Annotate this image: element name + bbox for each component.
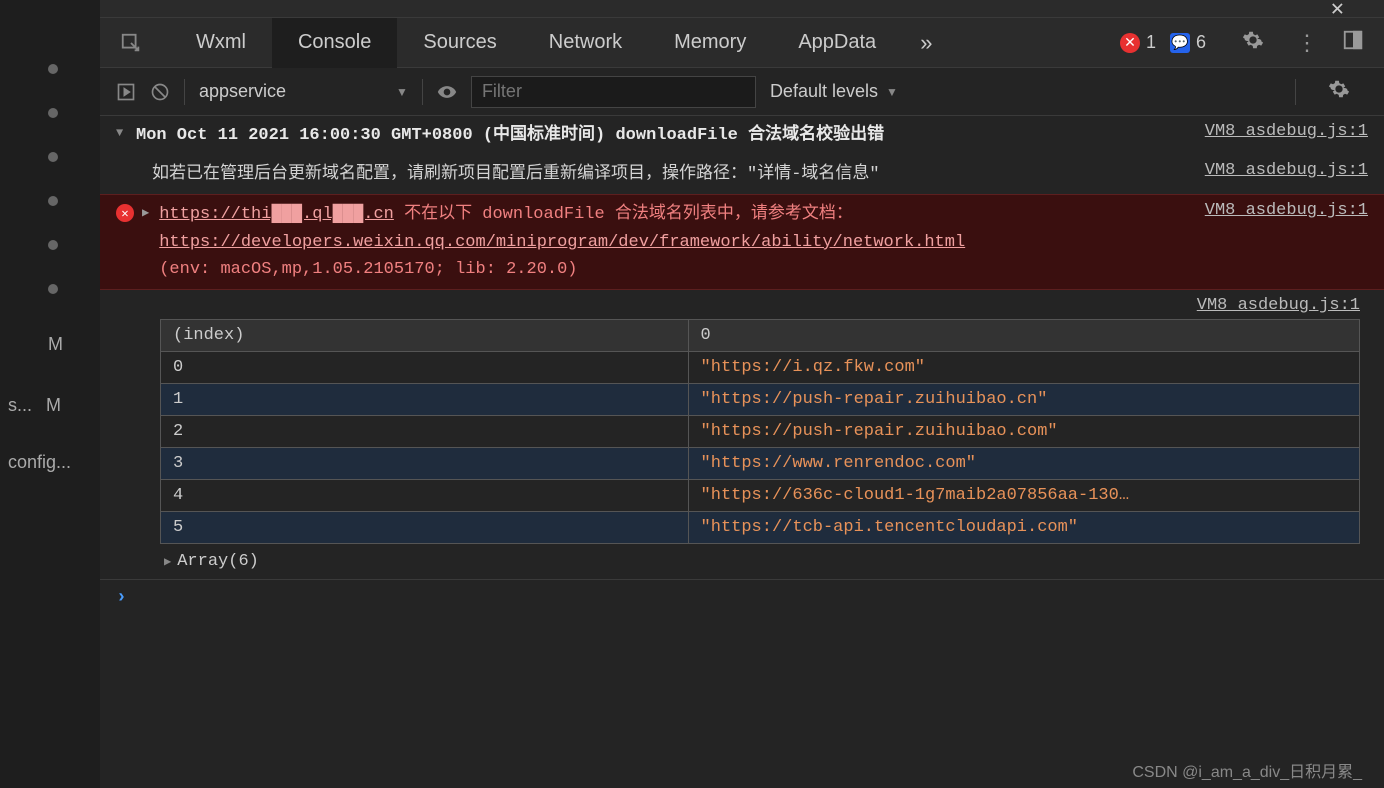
window-topbar: ✕ [100, 0, 1384, 18]
watermark: CSDN @i_am_a_div_日积月累_ [1132, 758, 1362, 782]
dock-icon[interactable] [1342, 29, 1364, 57]
eye-icon[interactable] [437, 82, 457, 102]
table-row[interactable]: 2"https://push-repair.zuihuibao.com" [161, 415, 1360, 447]
filter-input[interactable] [471, 76, 756, 108]
table-row[interactable]: 1"https://push-repair.zuihuibao.cn" [161, 383, 1360, 415]
sidebar-dot [48, 64, 58, 74]
error-icon: ✕ [1120, 33, 1140, 53]
console-table: (index) 0 0"https://i.qz.fkw.com"1"https… [160, 319, 1360, 544]
chevron-down-icon[interactable]: ▼ [116, 122, 136, 140]
sidebar-item-sm[interactable]: s...M [8, 395, 100, 416]
info-icon: 💬 [1170, 33, 1190, 53]
kebab-icon[interactable]: ⋮ [1296, 30, 1318, 56]
error-url-link[interactable]: https://thi███.ql███.cn [159, 205, 394, 224]
console-prompt[interactable]: › [100, 579, 1384, 616]
levels-select[interactable]: Default levels [770, 81, 898, 102]
table-row[interactable]: 5"https://tcb-api.tencentcloudapi.com" [161, 511, 1360, 543]
clear-icon[interactable] [150, 82, 170, 102]
tab-sources[interactable]: Sources [397, 18, 522, 68]
tab-console[interactable]: Console [272, 18, 397, 68]
table-row[interactable]: 4"https://636c-cloud1-1g7maib2a07856aa-1… [161, 479, 1360, 511]
devtools-tabs: Wxml Console Sources Network Memory AppD… [100, 18, 1384, 68]
inspect-icon[interactable] [120, 32, 142, 54]
console-toolbar: appservice Default levels [100, 68, 1384, 116]
error-icon: ✕ [116, 204, 134, 222]
main-panel: ✕ Wxml Console Sources Network Memory Ap… [100, 0, 1384, 788]
context-select[interactable]: appservice [199, 81, 408, 102]
table-row[interactable]: 3"https://www.renrendoc.com" [161, 447, 1360, 479]
log-source-link[interactable]: VM8 asdebug.js:1 [1205, 201, 1368, 220]
prompt-icon: › [116, 588, 127, 608]
gear-icon[interactable] [1242, 29, 1264, 57]
sidebar-item-m[interactable]: M [48, 334, 100, 355]
sidebar-dot [48, 152, 58, 162]
tab-memory[interactable]: Memory [648, 18, 772, 68]
gear-icon[interactable] [1328, 78, 1350, 105]
table-row[interactable]: 0"https://i.qz.fkw.com" [161, 351, 1360, 383]
error-badge[interactable]: ✕ 1 💬 6 [1120, 32, 1206, 53]
tab-appdata[interactable]: AppData [772, 18, 902, 68]
log-entry: 如若已在管理后台更新域名配置，请刷新项目配置后重新编译项目，操作路径："详情-域… [100, 155, 1384, 194]
log-source-link[interactable]: VM8 asdebug.js:1 [1205, 122, 1368, 141]
sidebar-item-config[interactable]: config... [8, 452, 100, 473]
play-icon[interactable] [116, 82, 136, 102]
log-group-header[interactable]: ▼ Mon Oct 11 2021 16:00:30 GMT+0800 (中国标… [100, 116, 1384, 155]
tab-wxml[interactable]: Wxml [170, 18, 272, 68]
tabs-more-icon[interactable]: » [902, 30, 950, 56]
sidebar-dot [48, 240, 58, 250]
sidebar-dot [48, 108, 58, 118]
sidebar: M s...M config... [0, 0, 100, 788]
log-source-link[interactable]: VM8 asdebug.js:1 [100, 290, 1384, 319]
chevron-right-icon: ▶ [164, 555, 171, 569]
doc-url-link[interactable]: https://developers.weixin.qq.com/minipro… [159, 233, 965, 252]
sidebar-dot [48, 284, 58, 294]
log-entry-error: ✕ ▶ https://thi███.ql███.cn 不在以下 downloa… [100, 194, 1384, 290]
sidebar-dot [48, 196, 58, 206]
log-source-link[interactable]: VM8 asdebug.js:1 [1205, 161, 1368, 180]
table-header[interactable]: 0 [688, 319, 1359, 351]
array-expand[interactable]: ▶Array(6) [100, 544, 1384, 579]
console-output: ▼ Mon Oct 11 2021 16:00:30 GMT+0800 (中国标… [100, 116, 1384, 788]
chevron-right-icon[interactable]: ▶ [142, 205, 149, 220]
tab-network[interactable]: Network [523, 18, 648, 68]
table-header[interactable]: (index) [161, 319, 689, 351]
